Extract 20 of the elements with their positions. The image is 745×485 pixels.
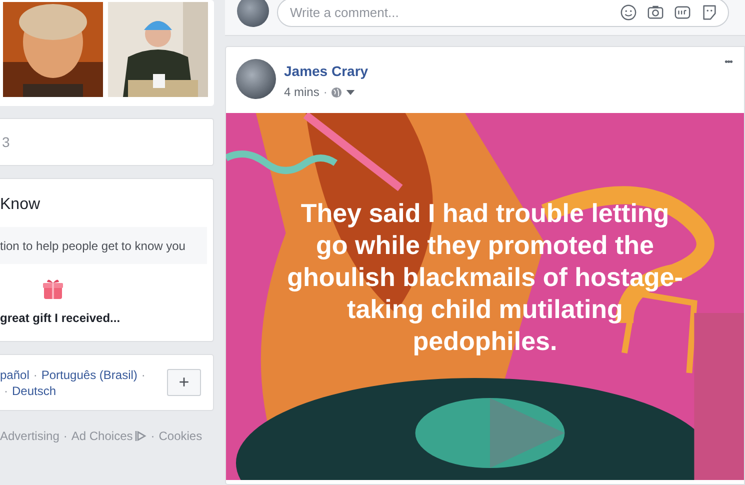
separator: · xyxy=(323,84,328,101)
separator: · xyxy=(63,428,68,445)
separator: · xyxy=(33,366,38,382)
comment-input[interactable]: Write a comment... xyxy=(290,2,620,22)
add-language-button[interactable]: + xyxy=(167,369,201,396)
link[interactable]: pañol xyxy=(0,366,30,382)
hint-text: tion to help people get to know you xyxy=(0,238,186,254)
separator: · xyxy=(141,366,146,382)
author-name[interactable]: James Crary xyxy=(284,61,368,82)
count-text: 3 xyxy=(2,132,10,152)
post-time[interactable]: 4 mins xyxy=(284,83,320,101)
featured-caption: great gift I received... xyxy=(0,310,122,327)
comment-field[interactable]: Write a comment... xyxy=(277,0,729,27)
image-caption: They said I had trouble letting go while they promoted the ghoulish blackmails of hostage-taking child mutilating pedophiles. xyxy=(286,197,684,357)
link[interactable]: Português (Brasil) xyxy=(41,366,138,382)
more-button[interactable]: ••• xyxy=(724,55,732,70)
separator: · xyxy=(150,428,155,445)
card-title: Know xyxy=(0,195,42,215)
link[interactable]: Deutsch xyxy=(12,382,56,398)
separator: · xyxy=(4,382,8,398)
